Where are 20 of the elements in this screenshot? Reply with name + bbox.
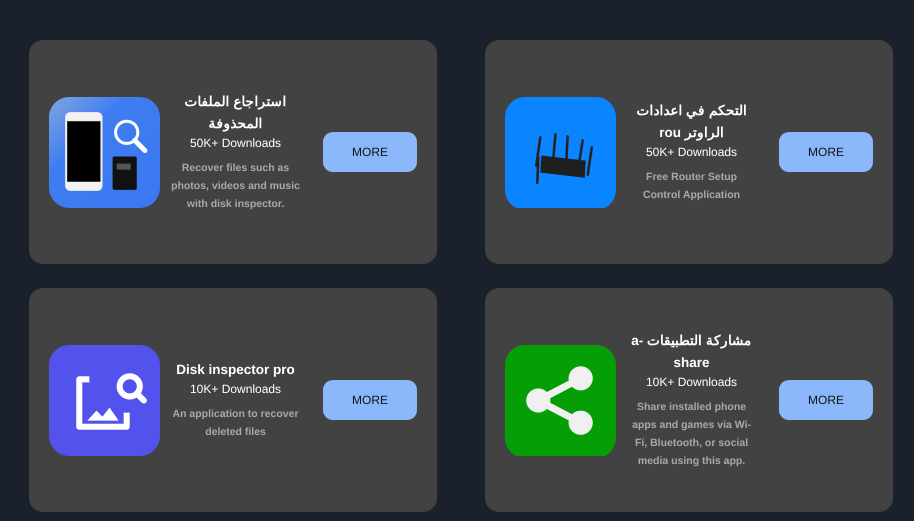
more-button[interactable]: MORE xyxy=(779,132,873,172)
app-description: An application to recover deleted files xyxy=(172,407,300,440)
share-icon xyxy=(505,344,616,456)
image-search-icon xyxy=(49,344,160,456)
app-description: Share installed phone apps and games via Wi-Fi, Bluetooth, or social media using this app. xyxy=(631,400,752,469)
app-title: استراجاع الملفات المحذوفة xyxy=(184,93,288,134)
more-button[interactable]: MORE xyxy=(323,132,417,172)
app-description: Recover files such as photos, videos and music with disk inspector. xyxy=(170,161,302,212)
more-button[interactable]: MORE xyxy=(779,380,873,420)
more-button[interactable]: MORE xyxy=(323,380,417,420)
app-title: مشاركة التطبيقات a-share xyxy=(630,332,753,372)
app-description: Free Router Setup Control Application xyxy=(642,170,742,203)
download-count: 10K+ Downloads xyxy=(646,374,738,390)
download-count: 50K+ Downloads xyxy=(190,135,282,151)
app-title: Disk inspector pro xyxy=(176,361,295,379)
app-title: التحكم في اعدادات الراوتر rou xyxy=(635,102,748,143)
router-icon xyxy=(505,96,616,208)
phone-and-magnifier-icon xyxy=(49,96,160,208)
download-count: 10K+ Downloads xyxy=(190,381,282,397)
download-count: 50K+ Downloads xyxy=(646,144,738,160)
